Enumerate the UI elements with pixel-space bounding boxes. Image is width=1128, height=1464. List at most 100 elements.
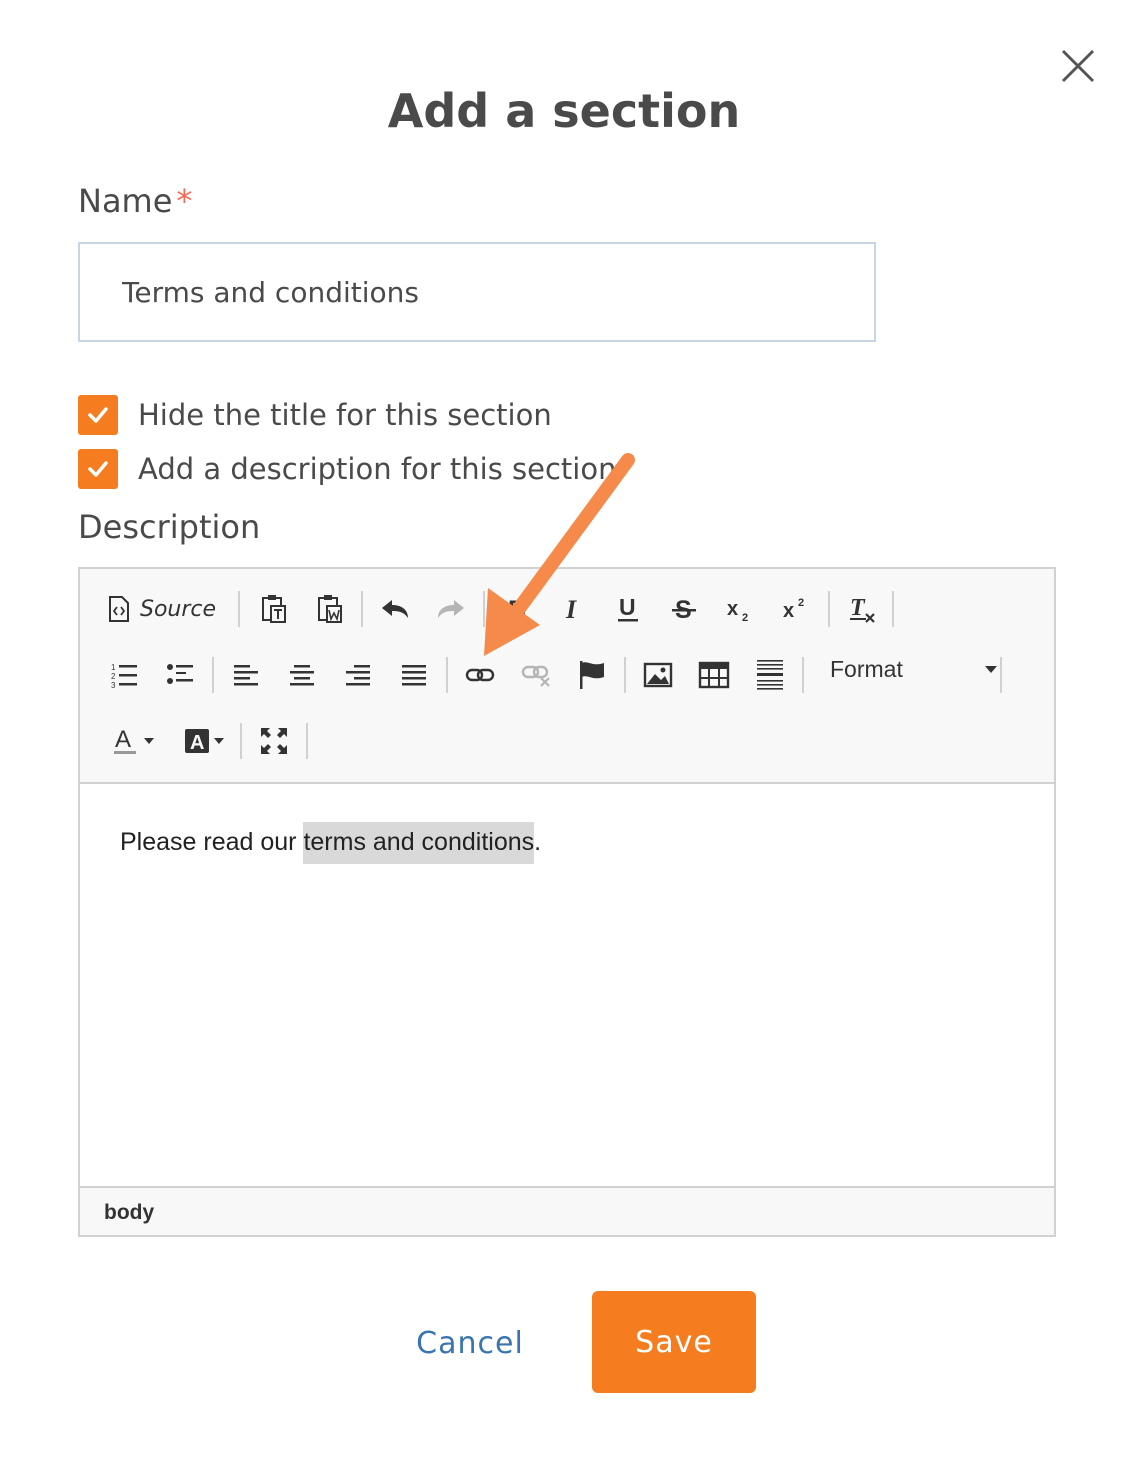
background-color-button[interactable]: A bbox=[176, 721, 232, 761]
chevron-down-icon bbox=[985, 666, 997, 673]
link-button[interactable] bbox=[460, 655, 500, 695]
unlink-icon bbox=[521, 665, 550, 687]
underline-button[interactable]: U bbox=[608, 589, 648, 629]
strikethrough-button[interactable]: S bbox=[664, 589, 704, 629]
svg-text:x: x bbox=[727, 598, 738, 620]
cancel-button[interactable]: Cancel bbox=[398, 1318, 542, 1368]
close-button[interactable] bbox=[1058, 46, 1098, 86]
strikethrough-icon: S bbox=[672, 596, 696, 624]
toolbar-separator bbox=[802, 657, 804, 693]
svg-text:T: T bbox=[850, 595, 866, 621]
checkmark-icon bbox=[88, 407, 108, 423]
svg-text:2: 2 bbox=[742, 612, 748, 624]
subscript-button[interactable]: x 2 bbox=[720, 589, 760, 629]
bulleted-list-icon bbox=[167, 664, 193, 684]
svg-text:U: U bbox=[619, 594, 636, 620]
editor-statusbar: body bbox=[80, 1186, 1054, 1235]
checkmark-icon bbox=[88, 461, 108, 477]
align-right-icon bbox=[346, 665, 370, 686]
paragraph-text-end: . bbox=[534, 828, 542, 856]
toolbar-separator bbox=[212, 657, 214, 693]
anchor-icon bbox=[580, 661, 604, 689]
bulleted-list-button[interactable] bbox=[160, 655, 200, 695]
table-button[interactable] bbox=[694, 655, 734, 695]
paste-word-button[interactable] bbox=[310, 589, 350, 629]
image-button[interactable] bbox=[638, 655, 678, 695]
toolbar-separator bbox=[624, 657, 626, 693]
source-label: Source bbox=[140, 596, 217, 622]
bold-button[interactable]: B bbox=[496, 589, 536, 629]
align-left-button[interactable] bbox=[226, 655, 266, 695]
numbered-list-button[interactable]: 1 2 3 bbox=[104, 655, 144, 695]
italic-button[interactable]: I bbox=[552, 589, 592, 629]
anchor-button[interactable] bbox=[572, 655, 612, 695]
subscript-icon: x 2 bbox=[727, 598, 748, 624]
undo-button[interactable] bbox=[375, 589, 415, 629]
svg-text:I: I bbox=[565, 595, 577, 623]
align-center-icon bbox=[290, 665, 314, 686]
remove-format-icon: T bbox=[850, 595, 875, 623]
name-label-text: Name bbox=[78, 182, 173, 220]
redo-icon bbox=[438, 600, 464, 618]
svg-text:2: 2 bbox=[798, 597, 804, 609]
hide-title-checkbox[interactable] bbox=[78, 395, 118, 435]
unlink-button[interactable] bbox=[516, 655, 556, 695]
paste-text-button[interactable] bbox=[254, 589, 294, 629]
svg-text:2: 2 bbox=[111, 672, 116, 681]
hide-title-label: Hide the title for this section bbox=[138, 398, 552, 432]
toolbar-separator bbox=[238, 591, 240, 627]
svg-text:3: 3 bbox=[111, 681, 116, 689]
justify-button[interactable] bbox=[394, 655, 434, 695]
background-color-icon: A bbox=[185, 729, 209, 754]
horizontal-line-icon bbox=[757, 660, 783, 690]
required-marker: * bbox=[176, 182, 193, 220]
superscript-icon: x 2 bbox=[783, 597, 804, 622]
redo-button[interactable] bbox=[431, 589, 471, 629]
add-description-label: Add a description for this section bbox=[138, 452, 617, 486]
bold-icon: B bbox=[508, 596, 526, 623]
superscript-button[interactable]: x 2 bbox=[776, 589, 816, 629]
horizontal-line-button[interactable] bbox=[750, 655, 790, 695]
add-description-checkbox[interactable] bbox=[78, 449, 118, 489]
add-description-checkbox-row[interactable]: Add a description for this section bbox=[78, 449, 617, 489]
align-center-button[interactable] bbox=[282, 655, 322, 695]
source-icon bbox=[109, 596, 129, 622]
chevron-down-icon bbox=[144, 738, 154, 744]
element-path[interactable]: body bbox=[104, 1201, 154, 1225]
svg-text:1: 1 bbox=[111, 663, 116, 672]
link-icon bbox=[465, 668, 495, 682]
underline-icon: U bbox=[618, 594, 638, 622]
paste-text-icon bbox=[262, 595, 286, 623]
text-color-button[interactable]: A bbox=[106, 721, 162, 761]
selected-text[interactable]: terms and conditions bbox=[303, 822, 535, 864]
source-button[interactable]: Source bbox=[106, 589, 226, 629]
format-dropdown[interactable]: Format bbox=[818, 649, 998, 689]
description-label: Description bbox=[78, 508, 261, 546]
save-button[interactable]: Save bbox=[592, 1291, 756, 1393]
name-label: Name * bbox=[78, 182, 192, 220]
table-icon bbox=[698, 661, 730, 689]
svg-text:A: A bbox=[190, 732, 204, 754]
hide-title-checkbox-row[interactable]: Hide the title for this section bbox=[78, 395, 552, 435]
paste-word-icon bbox=[318, 595, 342, 623]
toolbar-separator bbox=[361, 591, 363, 627]
text-color-icon: A bbox=[114, 726, 136, 754]
editor-toolbar: Source B I U S x 2 x 2 T 1 2 3 Format A … bbox=[80, 569, 1054, 784]
align-right-button[interactable] bbox=[338, 655, 378, 695]
maximize-button[interactable] bbox=[254, 721, 294, 761]
toolbar-separator bbox=[306, 723, 308, 759]
image-icon bbox=[643, 662, 673, 688]
toolbar-separator bbox=[446, 657, 448, 693]
svg-text:A: A bbox=[115, 726, 131, 753]
undo-icon bbox=[382, 600, 408, 618]
editor-content-area[interactable]: Please read our terms and conditions. bbox=[80, 784, 1054, 1186]
italic-icon: I bbox=[565, 595, 577, 623]
toolbar-separator bbox=[483, 591, 485, 627]
toolbar-separator bbox=[892, 591, 894, 627]
description-paragraph[interactable]: Please read our terms and conditions. bbox=[120, 822, 542, 864]
rich-text-editor: Source B I U S x 2 x 2 T 1 2 3 Format A … bbox=[78, 567, 1056, 1237]
name-input[interactable] bbox=[78, 242, 876, 342]
remove-format-button[interactable]: T bbox=[842, 589, 882, 629]
svg-text:x: x bbox=[783, 600, 794, 622]
paragraph-text: Please read our bbox=[120, 828, 304, 856]
